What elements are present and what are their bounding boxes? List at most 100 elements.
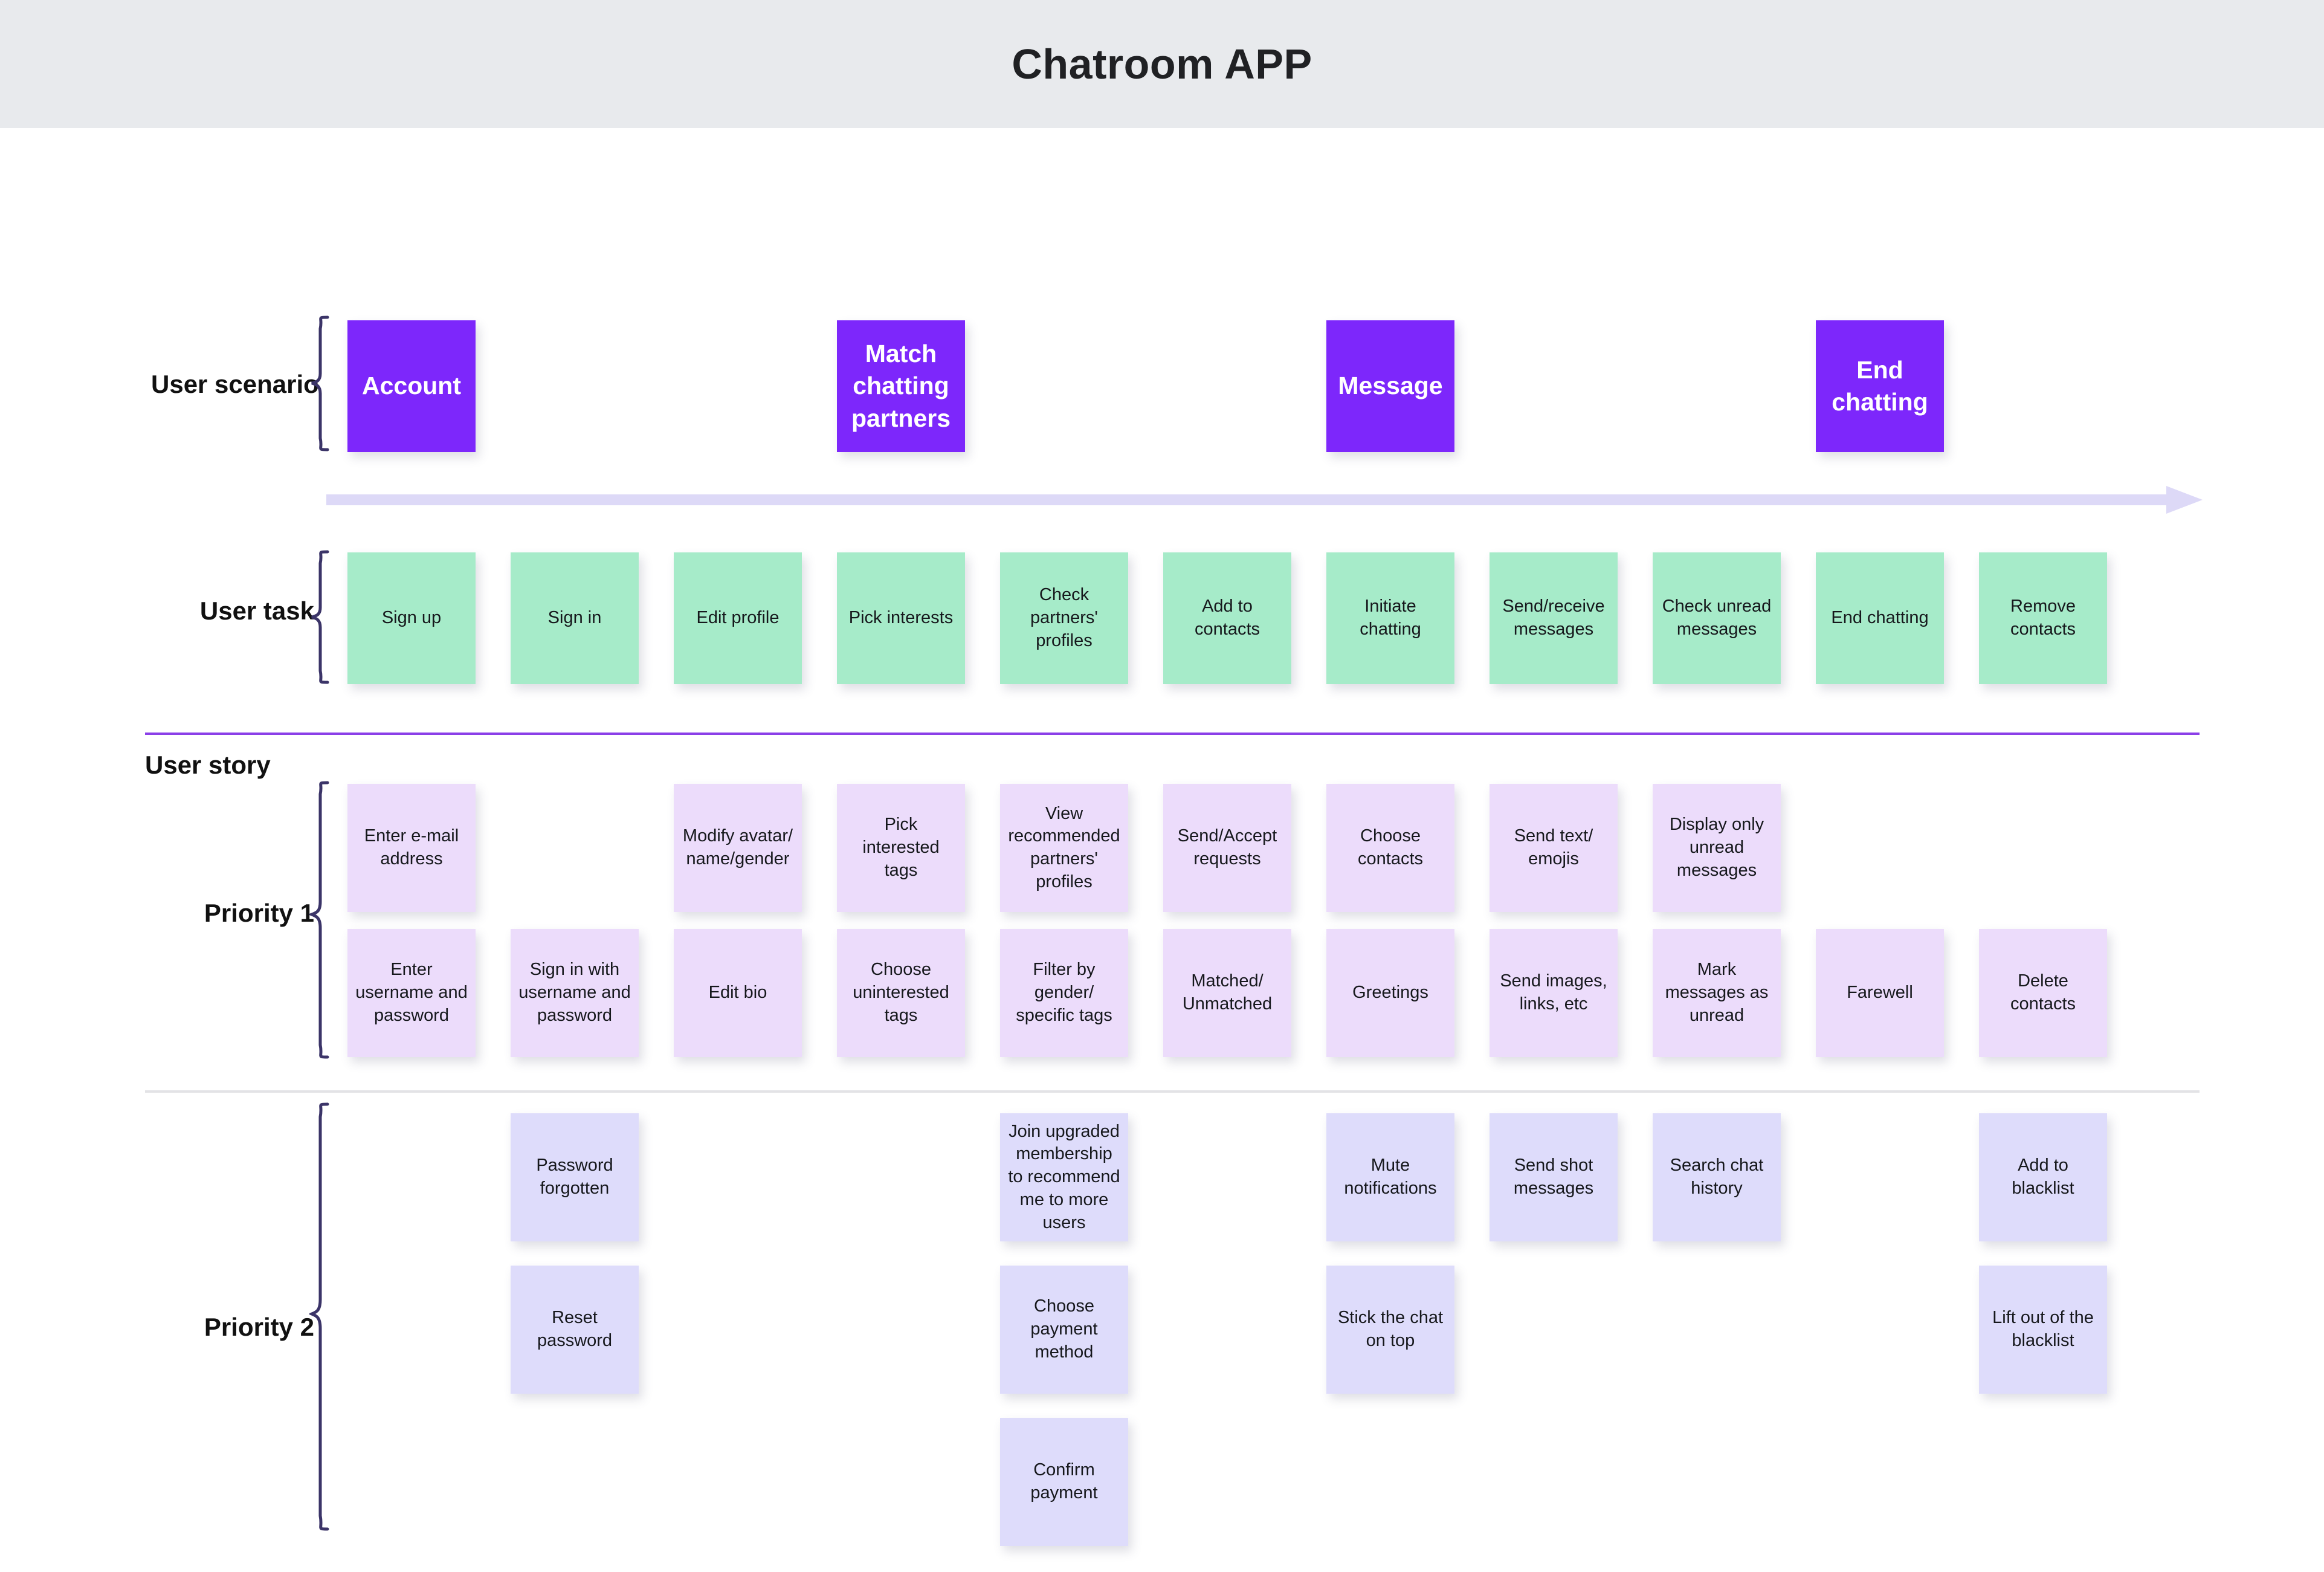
divider-user-story <box>145 733 2200 735</box>
task-card-label: Sign in <box>547 608 602 628</box>
priority-1-card[interactable]: Display only unread messages <box>1653 784 1781 912</box>
priority-1-card[interactable]: Matched/ Unmatched <box>1163 929 1291 1057</box>
task-card[interactable]: Pick interests <box>837 552 965 684</box>
priority-2-card[interactable]: Stick the chat on top <box>1326 1266 1454 1394</box>
brace-user-task <box>311 550 329 684</box>
priority-2-card-label: Search chat history <box>1670 1156 1764 1198</box>
task-card[interactable]: Initiate chatting <box>1326 552 1454 684</box>
priority-1-card[interactable]: Choose uninterested tags <box>837 929 965 1057</box>
priority-1-card-label: Send images, links, etc <box>1500 971 1607 1014</box>
task-card[interactable]: Check partners' profiles <box>1000 552 1128 684</box>
task-card-label: Initiate chatting <box>1360 597 1421 639</box>
priority-1-card[interactable]: Delete contacts <box>1979 929 2107 1057</box>
priority-1-card-label: Choose contacts <box>1358 826 1423 868</box>
scenario-card[interactable]: Message <box>1326 320 1454 452</box>
task-card[interactable]: Add to contacts <box>1163 552 1291 684</box>
priority-2-card-label: Confirm payment <box>1030 1460 1098 1502</box>
priority-1-card-label: Modify avatar/ name/gender <box>682 826 793 868</box>
task-card[interactable]: Send/receive messages <box>1490 552 1618 684</box>
priority-2-card-label: Join upgraded membership to recommend me… <box>1008 1121 1120 1232</box>
task-card[interactable]: Check unread messages <box>1653 552 1781 684</box>
priority-2-card[interactable]: Reset password <box>511 1266 639 1394</box>
brace-priority-2 <box>309 1102 329 1531</box>
priority-1-card-label: Enter username and password <box>355 960 468 1025</box>
scenario-card[interactable]: Match chatting partners <box>837 320 965 452</box>
priority-2-card[interactable]: Choose payment method <box>1000 1266 1128 1394</box>
priority-2-card[interactable]: Password forgotten <box>511 1113 639 1241</box>
priority-1-card[interactable]: View recommended partners' profiles <box>1000 784 1128 912</box>
priority-1-card-label: Display only unread messages <box>1669 815 1764 880</box>
task-card-label: End chatting <box>1831 608 1929 628</box>
task-card-label: Send/receive messages <box>1502 597 1605 639</box>
priority-1-card-label: Greetings <box>1352 983 1428 1003</box>
priority-1-card-label: View recommended partners' profiles <box>1008 803 1120 891</box>
row-label-priority-2: Priority 2 <box>204 1313 314 1341</box>
priority-1-card[interactable]: Farewell <box>1816 929 1944 1057</box>
task-card-label: Remove contacts <box>2010 597 2076 639</box>
priority-1-card-label: Enter e-mail address <box>364 826 459 868</box>
scenario-card-label: Message <box>1338 372 1443 400</box>
priority-2-card-label: Add to blacklist <box>2012 1156 2074 1198</box>
priority-1-card-label: Pick interested tags <box>862 815 940 880</box>
priority-2-card[interactable]: Search chat history <box>1653 1113 1781 1241</box>
priority-1-card-label: Delete contacts <box>2010 971 2076 1014</box>
priority-1-card[interactable]: Choose contacts <box>1326 784 1454 912</box>
row-label-priority-1: Priority 1 <box>204 899 314 927</box>
task-card-label: Sign up <box>381 608 442 628</box>
priority-1-card-label: Matched/ Unmatched <box>1182 971 1273 1014</box>
timeline-arrow <box>326 486 2203 514</box>
brace-priority-1 <box>309 781 329 1059</box>
priority-1-card[interactable]: Mark messages as unread <box>1653 929 1781 1057</box>
priority-2-card[interactable]: Confirm payment <box>1000 1418 1128 1546</box>
scenario-card[interactable]: Account <box>347 320 476 452</box>
priority-2-card-label: Stick the chat on top <box>1337 1308 1444 1350</box>
section-title-user-story: User story <box>145 751 271 779</box>
scenario-card-label: Account <box>362 372 461 400</box>
priority-1-card[interactable]: Greetings <box>1326 929 1454 1057</box>
priority-2-card[interactable]: Send shot messages <box>1490 1113 1618 1241</box>
priority-2-card-label: Choose payment method <box>1030 1296 1098 1362</box>
priority-1-card[interactable]: Send/Accept requests <box>1163 784 1291 912</box>
priority-1-card-label: Send text/ emojis <box>1514 826 1593 868</box>
task-card[interactable]: Edit profile <box>674 552 802 684</box>
priority-2-card[interactable]: Add to blacklist <box>1979 1113 2107 1241</box>
task-card-label: Edit profile <box>696 608 780 628</box>
task-card-label: Check partners' profiles <box>1030 585 1098 650</box>
task-card-label: Pick interests <box>848 608 954 628</box>
task-card[interactable]: Sign in <box>511 552 639 684</box>
priority-1-card[interactable]: Enter e-mail address <box>347 784 476 912</box>
task-card[interactable]: Remove contacts <box>1979 552 2107 684</box>
priority-1-card-label: Choose uninterested tags <box>853 960 949 1025</box>
priority-1-card[interactable]: Filter by gender/ specific tags <box>1000 929 1128 1057</box>
priority-2-card-label: Lift out of the blacklist <box>1992 1308 2094 1350</box>
story-map-canvas: User scenario Account Match chatting part… <box>0 128 2324 1572</box>
scenario-card-label: End chatting <box>1832 355 1928 416</box>
priority-2-card[interactable]: Join upgraded membership to recommend me… <box>1000 1113 1128 1241</box>
priority-1-card-label: Sign in with username and password <box>518 960 631 1025</box>
task-card-label: Add to contacts <box>1195 597 1260 639</box>
row-label-user-task: User task <box>199 597 314 625</box>
priority-2-card-label: Mute notifications <box>1344 1156 1437 1198</box>
row-label-user-scenario: User scenario <box>151 370 319 398</box>
priority-1-card-label: Send/Accept requests <box>1177 826 1277 868</box>
priority-1-card[interactable]: Sign in with username and password <box>511 929 639 1057</box>
brace-user-scenario <box>311 315 329 451</box>
priority-1-card[interactable]: Edit bio <box>674 929 802 1057</box>
priority-2-card[interactable]: Mute notifications <box>1326 1113 1454 1241</box>
priority-1-card[interactable]: Send images, links, etc <box>1490 929 1618 1057</box>
priority-1-card[interactable]: Pick interested tags <box>837 784 965 912</box>
priority-1-card[interactable]: Send text/ emojis <box>1490 784 1618 912</box>
priority-1-card-label: Mark messages as unread <box>1665 960 1769 1025</box>
divider-priority-2 <box>145 1090 2200 1093</box>
page-title: Chatroom APP <box>1012 40 1312 88</box>
scenario-card[interactable]: End chatting <box>1816 320 1944 452</box>
task-card[interactable]: Sign up <box>347 552 476 684</box>
task-card[interactable]: End chatting <box>1816 552 1944 684</box>
priority-2-card-label: Send shot messages <box>1513 1156 1594 1198</box>
priority-1-card[interactable]: Modify avatar/ name/gender <box>674 784 802 912</box>
priority-1-card-label: Edit bio <box>708 983 767 1003</box>
task-card-label: Check unread messages <box>1662 597 1772 639</box>
priority-1-card[interactable]: Enter username and password <box>347 929 476 1057</box>
scenario-card-label: Match chatting partners <box>851 340 951 432</box>
priority-2-card[interactable]: Lift out of the blacklist <box>1979 1266 2107 1394</box>
